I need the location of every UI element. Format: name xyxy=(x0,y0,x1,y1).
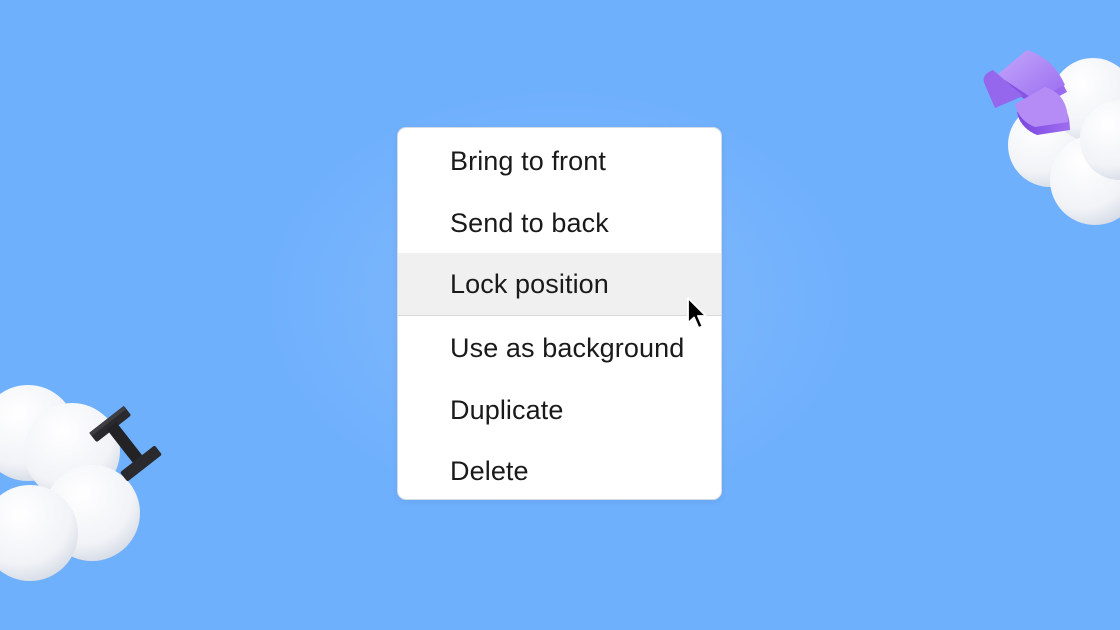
menu-item-bring-to-front[interactable]: Bring to front xyxy=(398,130,721,192)
menu-item-label: Bring to front xyxy=(450,145,606,176)
menu-item-lock-position[interactable]: Lock position xyxy=(398,253,721,315)
cloud-pie-chart-icon xyxy=(975,30,1120,235)
context-menu: Bring to front Send to back Lock positio… xyxy=(397,127,722,500)
menu-item-label: Send to back xyxy=(450,207,609,238)
menu-item-use-as-background[interactable]: Use as background xyxy=(398,317,721,379)
menu-item-label: Duplicate xyxy=(450,394,564,425)
menu-item-label: Lock position xyxy=(450,268,609,299)
cloud-text-cursor-icon xyxy=(0,383,175,588)
arrow-pointer-icon xyxy=(686,297,710,338)
menu-divider xyxy=(398,315,721,316)
menu-item-label: Use as background xyxy=(450,332,685,363)
menu-item-duplicate[interactable]: Duplicate xyxy=(398,379,721,441)
menu-item-label: Delete xyxy=(450,455,529,486)
menu-item-delete[interactable]: Delete xyxy=(398,440,721,499)
menu-item-send-to-back[interactable]: Send to back xyxy=(398,192,721,254)
